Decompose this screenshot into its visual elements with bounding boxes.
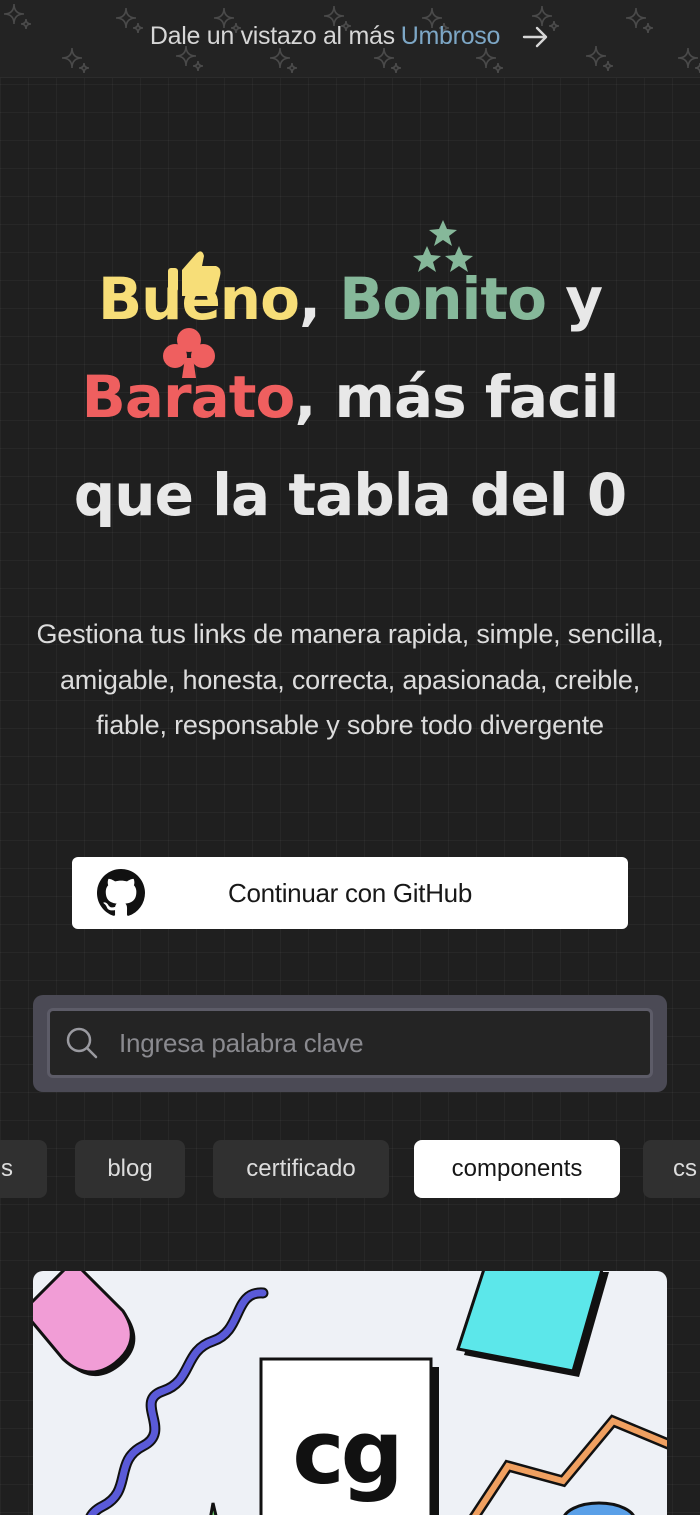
tag-blog[interactable]: blog <box>75 1140 185 1198</box>
tag-os[interactable]: os <box>0 1140 47 1198</box>
sparkle-icon <box>61 47 90 74</box>
word-bueno: Bueno <box>98 251 300 378</box>
sparkle-icon <box>677 47 700 74</box>
github-login-button[interactable]: Continuar con GitHub <box>72 857 628 929</box>
headline-line-2: Barato, más facil <box>0 348 700 446</box>
separator-comma: , <box>298 265 321 333</box>
top-banner: Dale un vistazo al más Umbroso <box>0 0 700 78</box>
search-input[interactable] <box>119 1027 599 1059</box>
stars-icon <box>411 207 475 305</box>
sparkle-icon <box>269 47 298 74</box>
github-button-label: Continuar con GitHub <box>227 877 473 908</box>
github-icon <box>97 869 145 924</box>
tag-filter-list: os blog certificado components cs <box>0 1140 700 1198</box>
tag-cs[interactable]: cs <box>643 1140 700 1198</box>
tag-label: os <box>0 1155 13 1182</box>
link-card[interactable]: cg <box>33 1271 667 1515</box>
search-box[interactable] <box>47 1008 653 1078</box>
sparkle-icon <box>373 47 402 74</box>
banner-accent-text: Umbroso <box>400 22 501 50</box>
banner-text: Dale un vistazo al más <box>149 22 395 50</box>
headline-line-1: Bueno , Bonito y <box>0 220 700 378</box>
banner-link[interactable]: Dale un vistazo al más Umbroso <box>0 22 700 51</box>
tag-components[interactable]: components <box>414 1140 620 1198</box>
hero-subtitle: Gestiona tus links de manera rapida, sim… <box>36 619 664 740</box>
tag-label: components <box>451 1155 583 1182</box>
search-container <box>33 995 667 1092</box>
word-bonito: Bonito <box>339 220 547 333</box>
tag-label: certificado <box>246 1155 356 1182</box>
arrow-right-icon <box>522 25 550 49</box>
search-icon <box>65 1026 99 1060</box>
headline-line-3: que la tabla del 0 <box>73 461 627 529</box>
tag-label: cs <box>673 1155 697 1182</box>
headline: Bueno , Bonito y Barato, más facil que l… <box>0 220 700 544</box>
sparkle-icon <box>475 47 504 74</box>
tag-certificado[interactable]: certificado <box>213 1140 389 1198</box>
hero: Bueno , Bonito y Barato, más facil que l… <box>0 220 700 544</box>
card-logo-text: cg <box>292 1401 399 1504</box>
word-y: y <box>565 265 603 333</box>
headline-rest-1: , más facil <box>294 363 619 431</box>
tag-label: blog <box>107 1155 153 1182</box>
club-icon <box>160 311 218 409</box>
card-illustration: cg <box>33 1271 667 1515</box>
